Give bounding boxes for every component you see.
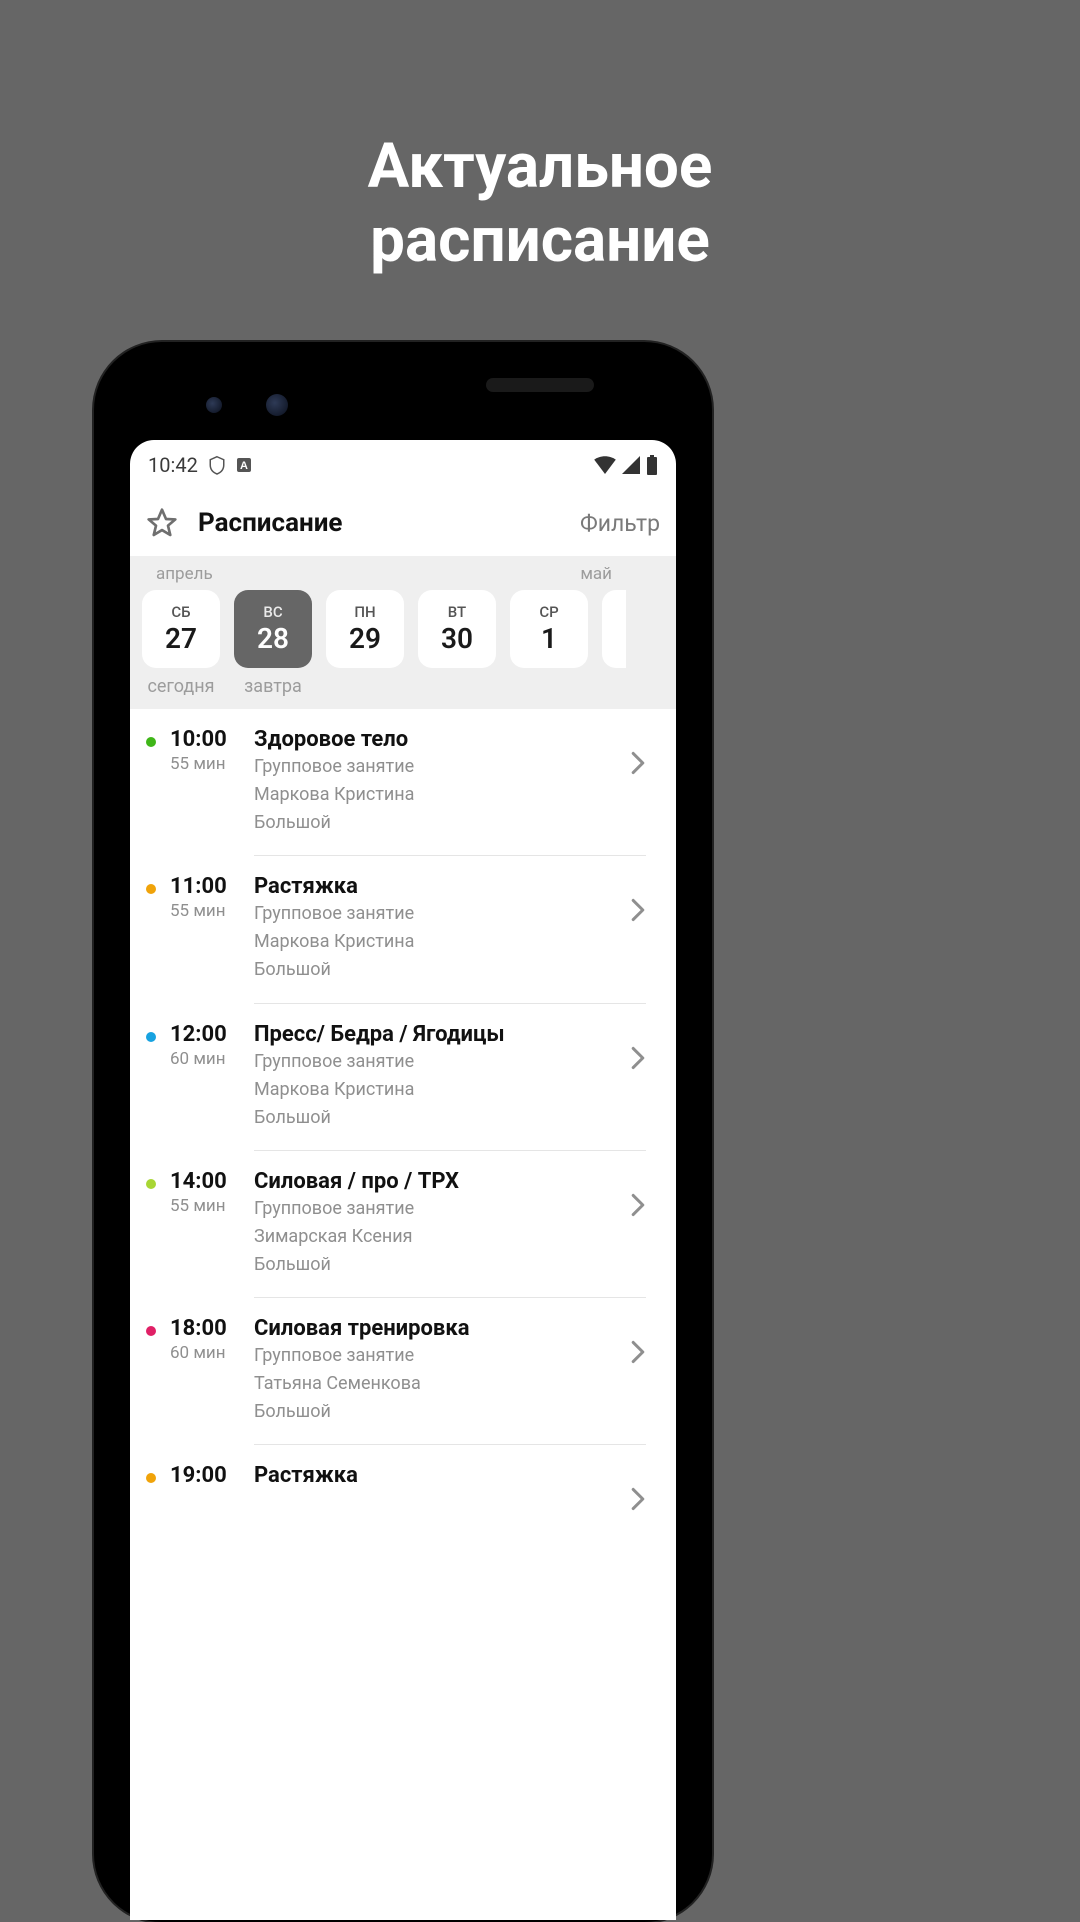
battery-icon [646, 455, 658, 475]
phone-camera [206, 397, 222, 413]
phone-screen: 10:42 A Расписание Фильтр [130, 440, 676, 1920]
wifi-icon [594, 456, 616, 474]
class-trainer: Татьяна Семенкова [254, 1371, 630, 1397]
class-trainer: Зимарская Ксения [254, 1224, 630, 1250]
class-row[interactable]: 12:0060 минПресс/ Бедра / ЯгодицыГруппов… [130, 1004, 676, 1151]
date-strip: апрель май СБ27ВС28ПН29ВТ30СР1 сегодня з… [130, 556, 676, 709]
day-dow: ПН [354, 603, 375, 621]
phone-speaker [486, 378, 594, 392]
class-row[interactable]: 19:00Растяжка [130, 1445, 676, 1511]
class-trainer: Маркова Кристина [254, 1077, 630, 1103]
status-dot [146, 1473, 156, 1483]
day-card[interactable]: СБ27 [142, 590, 220, 668]
class-row[interactable]: 18:0060 минСиловая тренировкаГрупповое з… [130, 1298, 676, 1445]
status-dot [146, 884, 156, 894]
day-dow: ВТ [448, 603, 466, 621]
class-room: Большой [254, 1252, 630, 1278]
page-title: Расписание [198, 508, 560, 538]
status-dot [146, 1032, 156, 1042]
class-room: Большой [254, 1105, 630, 1131]
promo-line2: расписание [0, 204, 1080, 278]
day-card[interactable]: ВТ30 [418, 590, 496, 668]
chevron-right-icon [630, 874, 660, 1003]
class-time: 12:00 [170, 1022, 254, 1047]
class-time: 10:00 [170, 727, 254, 752]
star-icon[interactable] [146, 507, 178, 539]
promo-title: Актуальное расписание [0, 130, 1080, 279]
class-duration: 55 мин [170, 1196, 254, 1216]
today-label: сегодня [142, 676, 220, 697]
class-name: Силовая тренировка [254, 1316, 630, 1341]
filter-button[interactable]: Фильтр [580, 510, 660, 537]
day-number: 29 [349, 621, 381, 656]
chevron-right-icon [630, 1022, 660, 1151]
status-dot [146, 737, 156, 747]
class-trainer: Маркова Кристина [254, 929, 630, 955]
class-time: 19:00 [170, 1463, 254, 1488]
day-dow: СБ [171, 603, 190, 621]
day-number: 1 [541, 621, 557, 656]
status-dot [146, 1179, 156, 1189]
day-card[interactable]: СР1 [510, 590, 588, 668]
schedule-list[interactable]: 10:0055 минЗдоровое телоГрупповое заняти… [130, 709, 676, 1511]
tomorrow-label: завтра [234, 676, 312, 697]
day-card[interactable] [602, 590, 626, 668]
cellular-icon [622, 456, 640, 474]
status-time: 10:42 [148, 453, 198, 477]
class-room: Большой [254, 810, 630, 836]
class-name: Здоровое тело [254, 727, 630, 752]
day-number: 30 [441, 621, 473, 656]
class-name: Силовая / про / TPX [254, 1169, 630, 1194]
day-card[interactable]: ПН29 [326, 590, 404, 668]
class-type: Групповое занятие [254, 1049, 630, 1075]
chevron-right-icon [630, 1169, 660, 1298]
class-duration: 55 мин [170, 754, 254, 774]
class-type: Групповое занятие [254, 754, 630, 780]
class-type: Групповое занятие [254, 1196, 630, 1222]
month-label-right: май [580, 564, 660, 584]
phone-camera [266, 394, 288, 416]
shield-icon [208, 455, 226, 475]
class-room: Большой [254, 957, 630, 983]
class-name: Пресс/ Бедра / Ягодицы [254, 1022, 630, 1047]
chevron-right-icon [630, 1463, 660, 1511]
class-row[interactable]: 10:0055 минЗдоровое телоГрупповое заняти… [130, 709, 676, 856]
class-room: Большой [254, 1399, 630, 1425]
class-duration: 60 мин [170, 1049, 254, 1069]
class-time: 14:00 [170, 1169, 254, 1194]
chevron-right-icon [630, 727, 660, 856]
class-type: Групповое занятие [254, 1343, 630, 1369]
class-type: Групповое занятие [254, 901, 630, 927]
chevron-right-icon [630, 1316, 660, 1445]
app-header: Расписание Фильтр [130, 490, 676, 556]
class-row[interactable]: 14:0055 минСиловая / про / TPXГрупповое … [130, 1151, 676, 1298]
day-card[interactable]: ВС28 [234, 590, 312, 668]
class-name: Растяжка [254, 874, 630, 899]
class-trainer: Маркова Кристина [254, 782, 630, 808]
days-row[interactable]: СБ27ВС28ПН29ВТ30СР1 [130, 590, 676, 668]
class-name: Растяжка [254, 1463, 630, 1488]
day-dow: ВС [263, 603, 282, 621]
promo-line1: Актуальное [0, 130, 1080, 204]
month-label-left: апрель [146, 564, 580, 584]
day-number: 27 [165, 621, 197, 656]
status-dot [146, 1326, 156, 1336]
class-row[interactable]: 11:0055 минРастяжкаГрупповое занятиеМарк… [130, 856, 676, 1003]
class-duration: 60 мин [170, 1343, 254, 1363]
status-bar: 10:42 A [130, 440, 676, 490]
badge-icon: A [236, 457, 252, 473]
day-dow: СР [539, 603, 558, 621]
class-time: 18:00 [170, 1316, 254, 1341]
class-time: 11:00 [170, 874, 254, 899]
svg-text:A: A [240, 460, 248, 472]
day-number: 28 [257, 621, 289, 656]
class-duration: 55 мин [170, 901, 254, 921]
